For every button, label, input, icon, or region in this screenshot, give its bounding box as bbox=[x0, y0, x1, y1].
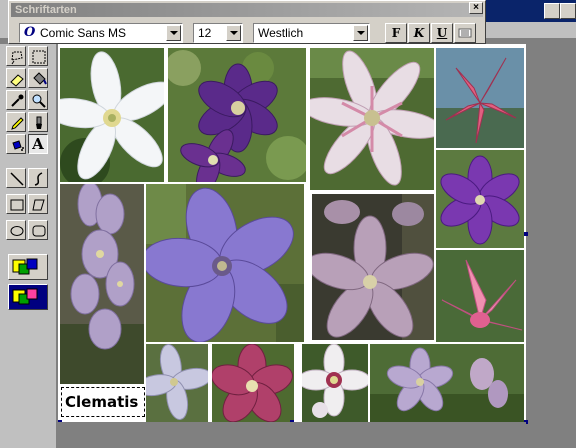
caption-text-box[interactable]: Clematis bbox=[61, 387, 145, 417]
brush-icon bbox=[36, 116, 42, 129]
bucket-icon bbox=[33, 72, 47, 85]
eraser-tool[interactable] bbox=[6, 68, 26, 88]
spray-icon bbox=[12, 140, 24, 151]
ellipse-icon bbox=[10, 226, 24, 236]
restore-button[interactable] bbox=[544, 3, 560, 19]
magnifier-icon bbox=[32, 94, 46, 108]
bold-button[interactable]: F bbox=[385, 23, 407, 43]
eyedropper-icon bbox=[11, 94, 24, 107]
close-icon[interactable]: × bbox=[469, 2, 483, 14]
polygon-tool[interactable] bbox=[28, 194, 48, 214]
curve-icon bbox=[34, 172, 43, 186]
color-squares-icon bbox=[12, 258, 38, 275]
photo-pink-tulip-clematis bbox=[436, 48, 524, 148]
underline-button[interactable]: U bbox=[431, 23, 453, 43]
photo-mauve-clematis bbox=[312, 194, 434, 340]
brush-tool[interactable] bbox=[28, 112, 48, 132]
photo-lavender-climbing-clematis bbox=[60, 184, 144, 384]
flower-image bbox=[310, 48, 434, 190]
flower-image bbox=[60, 184, 144, 384]
image-canvas[interactable] bbox=[58, 44, 526, 422]
flower-image bbox=[212, 344, 294, 422]
ellipse-tool[interactable] bbox=[6, 220, 26, 240]
text-icon: A bbox=[32, 135, 44, 153]
line-icon bbox=[10, 172, 24, 186]
opentype-font-icon: O bbox=[24, 25, 36, 40]
photo-white-red-clematis bbox=[302, 344, 368, 422]
rectangle-tool[interactable] bbox=[6, 194, 26, 214]
flower-image bbox=[436, 48, 524, 148]
close-app-button[interactable] bbox=[560, 3, 576, 19]
line-tool[interactable] bbox=[6, 168, 26, 188]
flower-image bbox=[302, 344, 368, 422]
workspace-right bbox=[525, 38, 576, 448]
text-tool[interactable]: A bbox=[28, 134, 48, 154]
chevron-down-icon[interactable] bbox=[353, 25, 368, 41]
lasso-tool[interactable] bbox=[6, 46, 26, 66]
flower-image bbox=[312, 194, 434, 340]
vertical-text-icon bbox=[458, 28, 472, 38]
zoom-tool[interactable] bbox=[28, 90, 48, 110]
font-palette-title[interactable]: Schriftarten bbox=[11, 3, 483, 17]
paint-bucket-tool[interactable] bbox=[28, 68, 48, 88]
flower-image bbox=[436, 150, 524, 248]
font-name-value: Comic Sans MS bbox=[40, 26, 127, 40]
font-palette-window: Schriftarten × O Comic Sans MS 12 Westli… bbox=[8, 0, 486, 44]
eraser-icon bbox=[10, 74, 24, 87]
photo-pink-lily-clematis bbox=[436, 250, 524, 342]
curve-tool[interactable] bbox=[28, 168, 48, 188]
color-squares-icon bbox=[12, 288, 38, 305]
workspace-bottom bbox=[58, 422, 526, 448]
selection-handle[interactable] bbox=[524, 232, 528, 236]
chevron-down-icon[interactable] bbox=[226, 25, 241, 41]
font-name-select[interactable]: O Comic Sans MS bbox=[19, 23, 183, 43]
italic-button[interactable]: K bbox=[408, 23, 430, 43]
photo-crimson-clematis bbox=[212, 344, 294, 422]
photo-white-clematis bbox=[60, 48, 164, 182]
font-size-value: 12 bbox=[198, 26, 212, 40]
chevron-down-icon[interactable] bbox=[166, 25, 181, 41]
select-rect-tool[interactable] bbox=[28, 46, 48, 66]
lasso-icon bbox=[11, 51, 23, 65]
flower-image bbox=[168, 48, 306, 182]
polygon-icon bbox=[32, 199, 45, 211]
flower-image bbox=[60, 48, 164, 182]
color-mode-button[interactable] bbox=[8, 254, 48, 280]
marquee-icon bbox=[32, 50, 46, 64]
flower-image bbox=[146, 344, 208, 422]
flower-image bbox=[370, 344, 524, 422]
vertical-text-button[interactable] bbox=[454, 23, 476, 43]
eyedropper-tool[interactable] bbox=[6, 90, 26, 110]
photo-garden-clematis bbox=[370, 344, 524, 422]
app-title-bar-fragment bbox=[486, 0, 576, 22]
tool-palette: A bbox=[0, 44, 56, 448]
script-value: Westlich bbox=[258, 26, 304, 40]
photo-pink-stripe-clematis bbox=[310, 48, 434, 190]
airbrush-tool[interactable] bbox=[6, 134, 26, 154]
photo-purple-clematis bbox=[168, 48, 306, 182]
rounded-rect-icon bbox=[32, 225, 46, 237]
photo-violet-clematis bbox=[436, 150, 524, 248]
photo-blue-clematis bbox=[146, 184, 304, 342]
photo-pale-blue-clematis bbox=[146, 344, 208, 422]
rectangle-icon bbox=[10, 199, 24, 211]
pencil-tool[interactable] bbox=[6, 112, 26, 132]
font-size-select[interactable]: 12 bbox=[193, 23, 243, 43]
script-select[interactable]: Westlich bbox=[253, 23, 370, 43]
rounded-rect-tool[interactable] bbox=[28, 220, 48, 240]
flower-image bbox=[436, 250, 524, 342]
pencil-icon bbox=[11, 117, 24, 130]
color-mode-button-active[interactable] bbox=[8, 284, 48, 310]
flower-image bbox=[146, 184, 304, 342]
